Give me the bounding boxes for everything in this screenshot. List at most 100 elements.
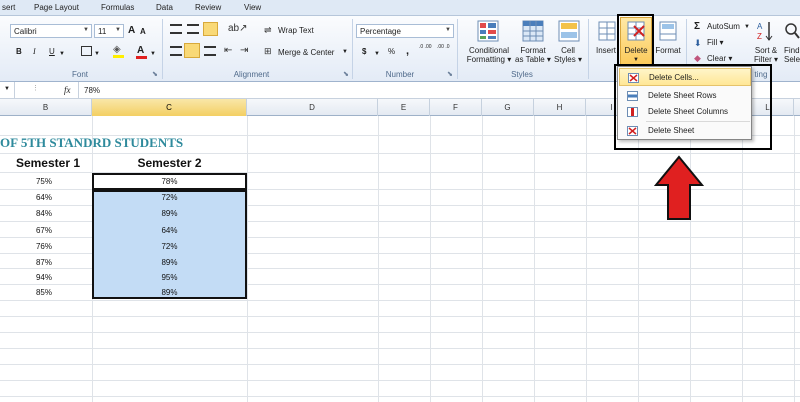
comma-button[interactable]: , <box>406 45 409 57</box>
chevron-down-icon[interactable]: ▼ <box>342 49 348 55</box>
semester-2-cell[interactable]: 95% <box>92 273 247 282</box>
autosum-button[interactable]: AutoSum <box>707 22 740 31</box>
cell-styles-button[interactable]: Cell Styles ▾ <box>553 46 583 64</box>
increase-decimal-button[interactable]: .0 .00 <box>419 45 433 50</box>
semester-2-cell[interactable]: 89% <box>92 258 247 267</box>
gridline <box>0 332 800 333</box>
column-header-c[interactable]: C <box>92 99 247 116</box>
font-name-value: Calibri <box>14 27 37 36</box>
semester-1-cell[interactable]: 75% <box>0 177 92 186</box>
semester-2-cell[interactable]: 78% <box>92 177 247 186</box>
formula-input[interactable]: 78% <box>84 86 100 95</box>
bold-button[interactable]: B <box>16 47 22 56</box>
semester-1-cell[interactable]: 87% <box>0 258 92 267</box>
fill-color-icon[interactable]: ◈ <box>113 44 121 55</box>
fill-button[interactable]: Fill ▾ <box>707 38 723 47</box>
semester-2-cell[interactable]: 72% <box>92 193 247 202</box>
semester-1-cell[interactable]: 67% <box>0 226 92 235</box>
dialog-launcher-icon[interactable]: ⬊ <box>152 70 158 78</box>
menu-highlight-outline <box>614 64 772 150</box>
divider <box>457 19 458 79</box>
italic-button[interactable]: I <box>33 47 36 56</box>
align-center-icon[interactable] <box>184 43 200 58</box>
chevron-down-icon[interactable]: ▼ <box>4 86 10 92</box>
column-header-f[interactable]: F <box>430 99 482 116</box>
number-format-dropdown[interactable]: Percentage ▼ <box>356 24 454 38</box>
conditional-formatting-button[interactable]: Conditional Formatting ▾ <box>462 46 516 64</box>
font-color-icon[interactable]: A <box>137 45 144 56</box>
align-left-icon[interactable] <box>170 46 182 56</box>
excel-window: sert Page Layout Formulas Data Review Vi… <box>0 0 800 402</box>
chevron-down-icon[interactable]: ▼ <box>59 51 65 57</box>
formula-bar-dots: ⋮ <box>32 85 39 92</box>
semester-1-cell[interactable]: 85% <box>0 288 92 297</box>
tab-page-layout[interactable]: Page Layout <box>34 3 79 12</box>
insert-function-icon[interactable]: fx <box>64 85 71 95</box>
column-header-h[interactable]: H <box>534 99 586 116</box>
column-header-d[interactable]: D <box>247 99 378 116</box>
chevron-down-icon[interactable]: ▼ <box>150 51 156 57</box>
increase-indent-icon[interactable]: ⇥ <box>240 45 248 56</box>
header-semester-2[interactable]: Semester 2 <box>92 156 247 170</box>
percent-button[interactable]: % <box>388 47 395 56</box>
conditional-formatting-icon <box>477 20 499 42</box>
align-right-icon[interactable] <box>204 46 216 56</box>
grow-font-button[interactable]: A <box>128 25 135 36</box>
currency-button[interactable]: $ <box>362 47 366 56</box>
tab-insert[interactable]: sert <box>2 3 15 12</box>
dialog-launcher-icon[interactable]: ⬊ <box>447 70 453 78</box>
fill-color-swatch <box>113 55 124 58</box>
column-header-m[interactable]: M <box>794 99 800 116</box>
chevron-down-icon[interactable]: ▼ <box>374 51 380 57</box>
sort-filter-button[interactable]: Sort & Filter ▾ <box>750 46 782 64</box>
semester-1-cell[interactable]: 84% <box>0 209 92 218</box>
decrease-decimal-button[interactable]: .00 .0 <box>437 45 451 50</box>
column-header-g[interactable]: G <box>482 99 534 116</box>
wrap-text-button[interactable]: Wrap Text <box>278 26 314 35</box>
chevron-down-icon[interactable]: ▼ <box>94 51 100 57</box>
dialog-launcher-icon[interactable]: ⬊ <box>343 70 349 78</box>
shrink-font-button[interactable]: A <box>140 27 146 36</box>
tab-review[interactable]: Review <box>195 3 221 12</box>
semester-1-cell[interactable]: 76% <box>0 242 92 251</box>
semester-2-cell[interactable]: 89% <box>92 209 247 218</box>
merge-center-button[interactable]: Merge & Center <box>278 48 334 57</box>
gridline <box>482 116 483 402</box>
fill-label: Fill <box>707 38 718 47</box>
number-format-value: Percentage <box>360 27 401 36</box>
font-name-dropdown[interactable]: Calibri ▼ <box>10 24 92 38</box>
orientation-icon[interactable]: ab↗ <box>228 23 248 34</box>
borders-icon[interactable] <box>81 46 92 56</box>
tab-view[interactable]: View <box>244 3 261 12</box>
font-size-dropdown[interactable]: 11 ▼ <box>94 24 124 38</box>
semester-2-cell[interactable]: 72% <box>92 242 247 251</box>
font-size-value: 11 <box>98 27 107 36</box>
gridline <box>430 116 431 402</box>
middle-align-icon[interactable] <box>187 24 199 34</box>
conditional-formatting-label-1: Conditional <box>468 46 510 55</box>
column-header-b[interactable]: B <box>0 99 92 116</box>
underline-button[interactable]: U <box>49 47 55 56</box>
format-as-table-button[interactable]: Format as Table ▾ <box>512 46 554 64</box>
column-header-e[interactable]: E <box>378 99 430 116</box>
semester-2-cell[interactable]: 64% <box>92 226 247 235</box>
insert-button[interactable]: Insert <box>592 46 620 55</box>
format-button[interactable]: Format <box>653 46 683 55</box>
alignment-group-label: Alignment <box>233 70 270 79</box>
bottom-align-icon[interactable] <box>203 22 218 36</box>
decrease-indent-icon[interactable]: ⇤ <box>224 45 232 56</box>
semester-1-cell[interactable]: 64% <box>0 193 92 202</box>
find-select-button[interactable]: Find Sele <box>784 46 800 64</box>
semester-1-cell[interactable]: 94% <box>0 273 92 282</box>
semester-2-cell[interactable]: 89% <box>92 288 247 297</box>
tab-formulas[interactable]: Formulas <box>101 3 134 12</box>
top-align-icon[interactable] <box>170 24 182 34</box>
chevron-down-icon[interactable]: ▼ <box>744 24 750 30</box>
tab-data[interactable]: Data <box>156 3 173 12</box>
header-semester-1[interactable]: Semester 1 <box>0 156 92 170</box>
clear-label: Clear <box>707 54 727 63</box>
sheet-title[interactable]: OF 5TH STANDRD STUDENTS <box>0 135 260 151</box>
find-select-label-1: Find <box>784 46 800 55</box>
clear-button[interactable]: Clear ▾ <box>707 54 732 63</box>
red-arrow-icon <box>654 155 704 220</box>
